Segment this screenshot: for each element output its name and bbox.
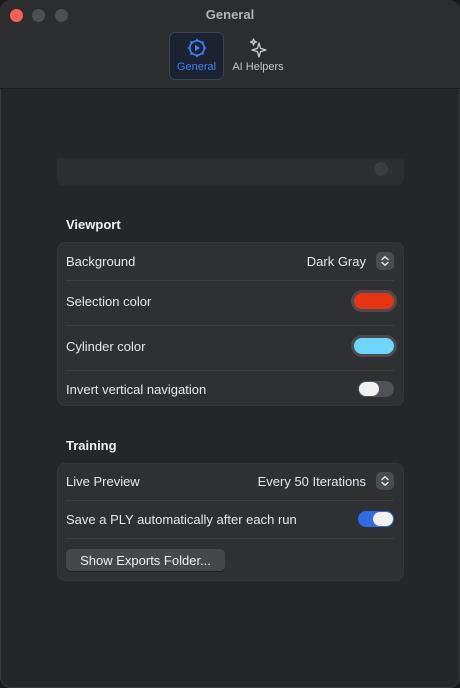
title-bar: General General AI Helpers bbox=[0, 0, 460, 89]
divider bbox=[66, 538, 394, 539]
live-preview-label: Live Preview bbox=[66, 473, 140, 489]
live-preview-row: Live Preview Every 50 Iterations bbox=[66, 463, 394, 499]
save-ply-label: Save a PLY automatically after each run bbox=[66, 511, 297, 527]
viewport-group: Background Dark Gray Selection color Cyl… bbox=[57, 242, 404, 406]
gear-icon bbox=[187, 38, 206, 58]
selection-color-label: Selection color bbox=[66, 293, 152, 309]
chevron-up-down-icon bbox=[376, 472, 394, 490]
cylinder-color-well[interactable] bbox=[354, 338, 394, 354]
tab-general-label: General bbox=[176, 61, 217, 73]
background-popup[interactable]: Dark Gray bbox=[307, 252, 394, 270]
tab-ai-helpers[interactable]: AI Helpers bbox=[228, 32, 288, 80]
live-preview-value: Every 50 Iterations bbox=[257, 473, 366, 489]
invert-vertical-label: Invert vertical navigation bbox=[66, 381, 207, 397]
tab-ai-helpers-label: AI Helpers bbox=[232, 61, 284, 73]
cylinder-color-row: Cylinder color bbox=[66, 328, 394, 364]
show-exports-folder-button[interactable]: Show Exports Folder... bbox=[66, 549, 225, 571]
invert-vertical-toggle[interactable] bbox=[358, 381, 394, 397]
background-value: Dark Gray bbox=[306, 253, 366, 269]
selection-color-well[interactable] bbox=[354, 293, 394, 309]
live-preview-popup[interactable]: Every 50 Iterations bbox=[258, 472, 394, 490]
divider bbox=[66, 325, 394, 326]
preferences-window: General General AI Helpers Viewport Back… bbox=[0, 0, 460, 688]
scrolled-control-remnant bbox=[374, 162, 388, 176]
invert-vertical-row: Invert vertical navigation bbox=[66, 371, 394, 407]
training-section-title: Training bbox=[66, 438, 117, 453]
scrolled-group-remnant bbox=[57, 158, 404, 186]
background-label: Background bbox=[66, 253, 136, 269]
save-ply-toggle[interactable] bbox=[358, 511, 394, 527]
chevron-up-down-icon bbox=[376, 252, 394, 270]
cylinder-color-label: Cylinder color bbox=[66, 338, 146, 354]
training-group: Live Preview Every 50 Iterations Save a … bbox=[57, 463, 404, 581]
tab-general[interactable]: General bbox=[169, 32, 224, 80]
window-title: General bbox=[205, 7, 255, 22]
viewport-section-title: Viewport bbox=[66, 217, 121, 232]
selection-color-row: Selection color bbox=[66, 283, 394, 319]
sparkles-icon bbox=[249, 38, 267, 58]
background-row: Background Dark Gray bbox=[66, 243, 394, 279]
save-ply-row: Save a PLY automatically after each run bbox=[66, 501, 394, 537]
divider bbox=[66, 280, 394, 281]
